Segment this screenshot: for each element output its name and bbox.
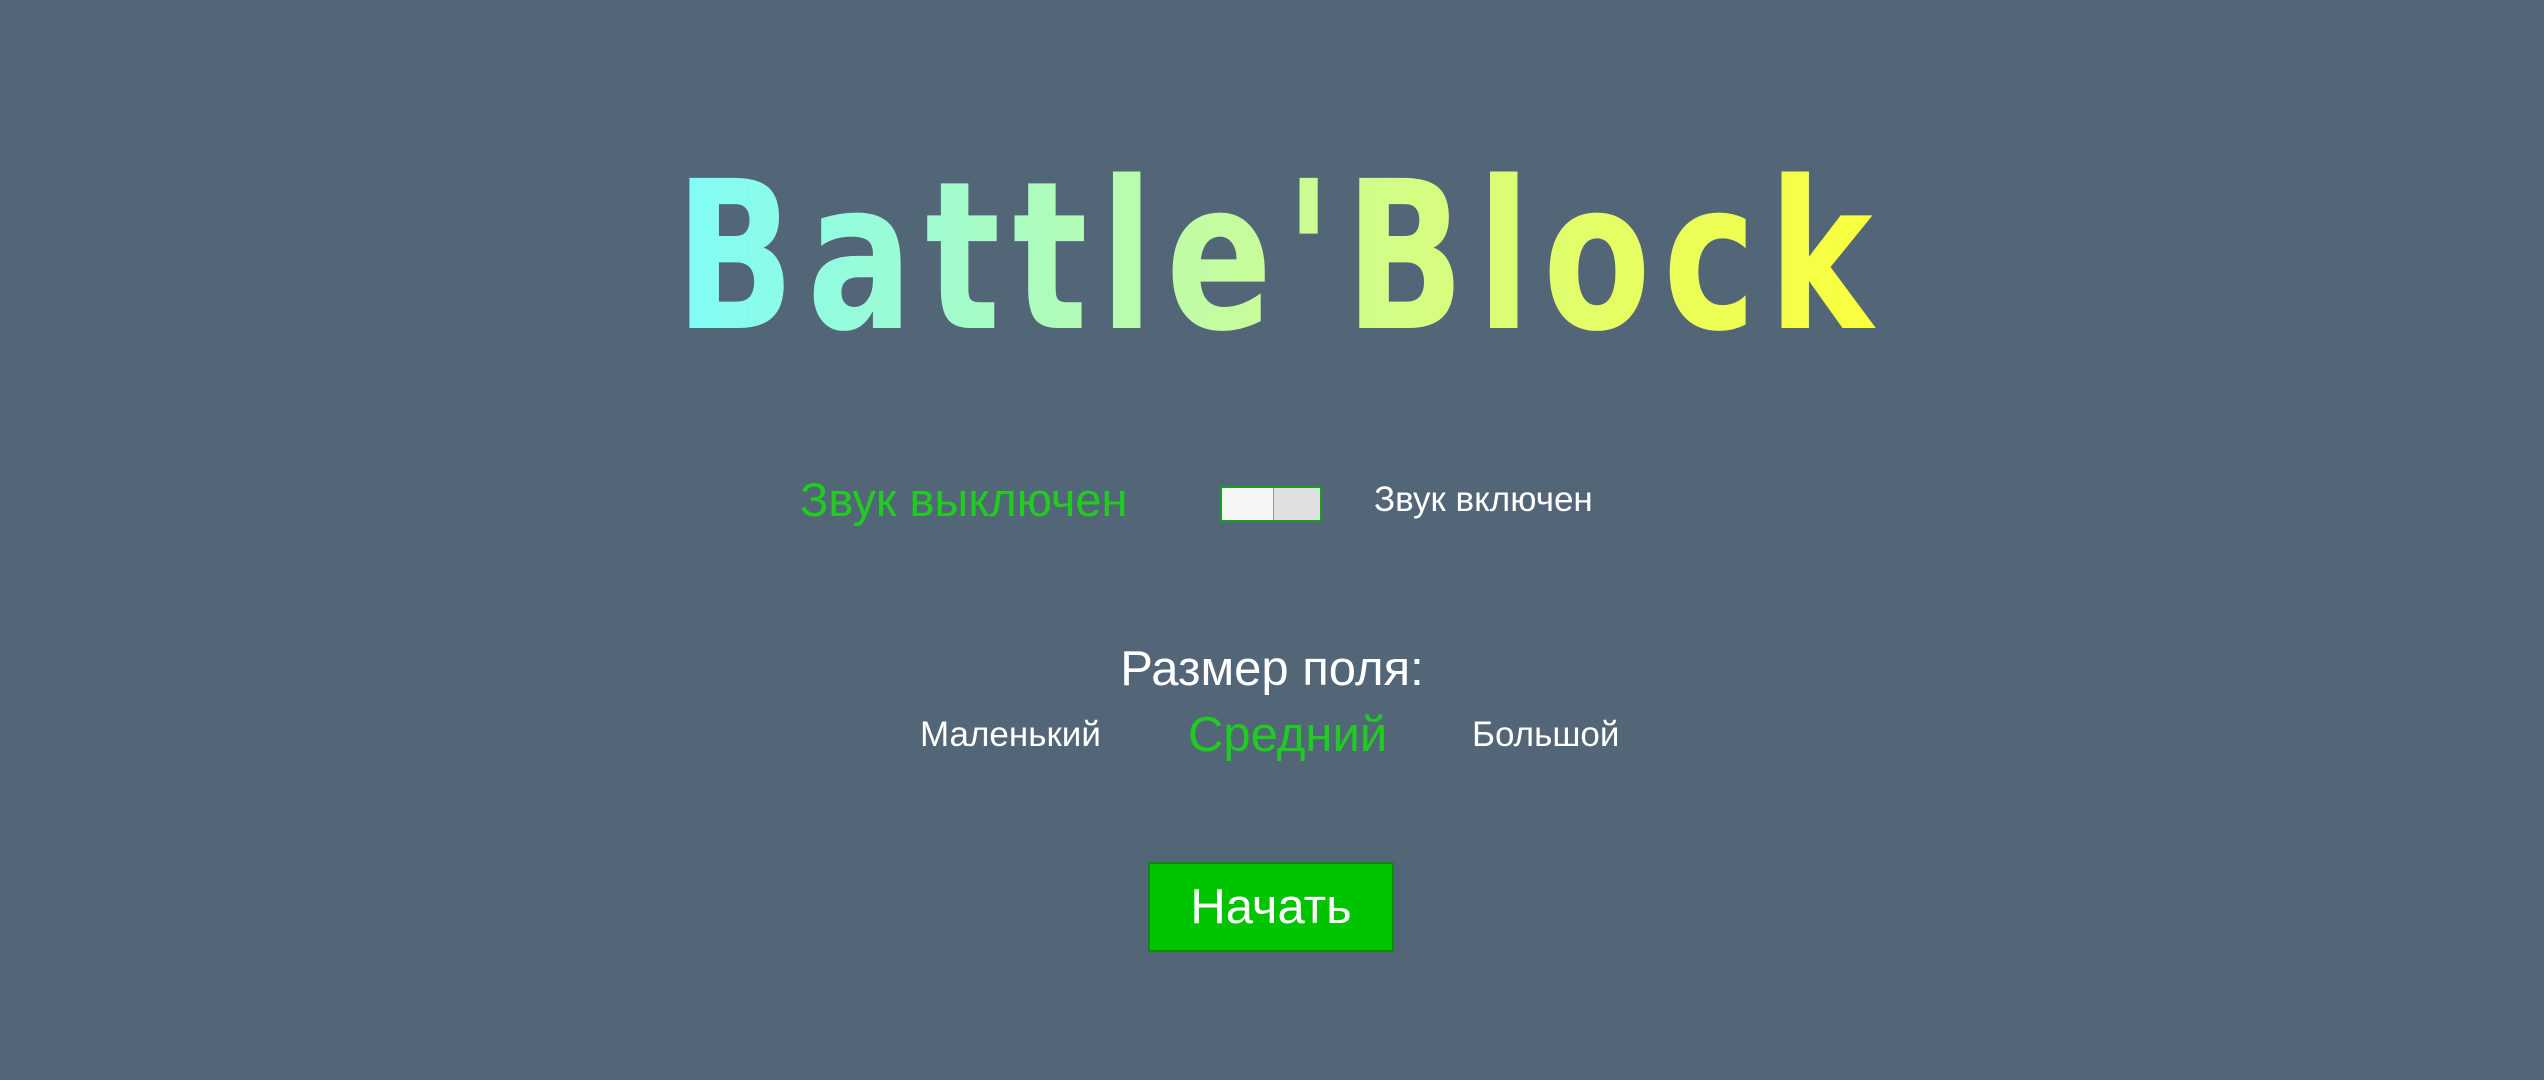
- sound-on-label[interactable]: Звук включен: [1374, 468, 1674, 532]
- game-logo: Battle'Block: [660, 150, 1900, 350]
- size-option-medium[interactable]: Средний: [1188, 700, 1387, 770]
- field-size-title: Размер поля:: [1120, 642, 1424, 696]
- sound-toggle-knob[interactable]: [1222, 488, 1274, 520]
- sound-off-label[interactable]: Звук выключен: [800, 468, 1180, 532]
- sound-settings: Звук выключен Звук включен: [0, 468, 2544, 532]
- logo-title: Battle'Block: [675, 150, 1885, 350]
- size-option-small[interactable]: Маленький: [920, 700, 1101, 770]
- sound-toggle[interactable]: [1220, 486, 1322, 522]
- start-button[interactable]: Начать: [1148, 862, 1394, 952]
- field-size-options: Маленький Средний Большой: [0, 700, 2544, 770]
- main-menu: Battle'Block Звук выключен Звук включен …: [0, 0, 2544, 1080]
- size-option-large[interactable]: Большой: [1472, 700, 1619, 770]
- logo-svg: Battle'Block: [675, 150, 1885, 350]
